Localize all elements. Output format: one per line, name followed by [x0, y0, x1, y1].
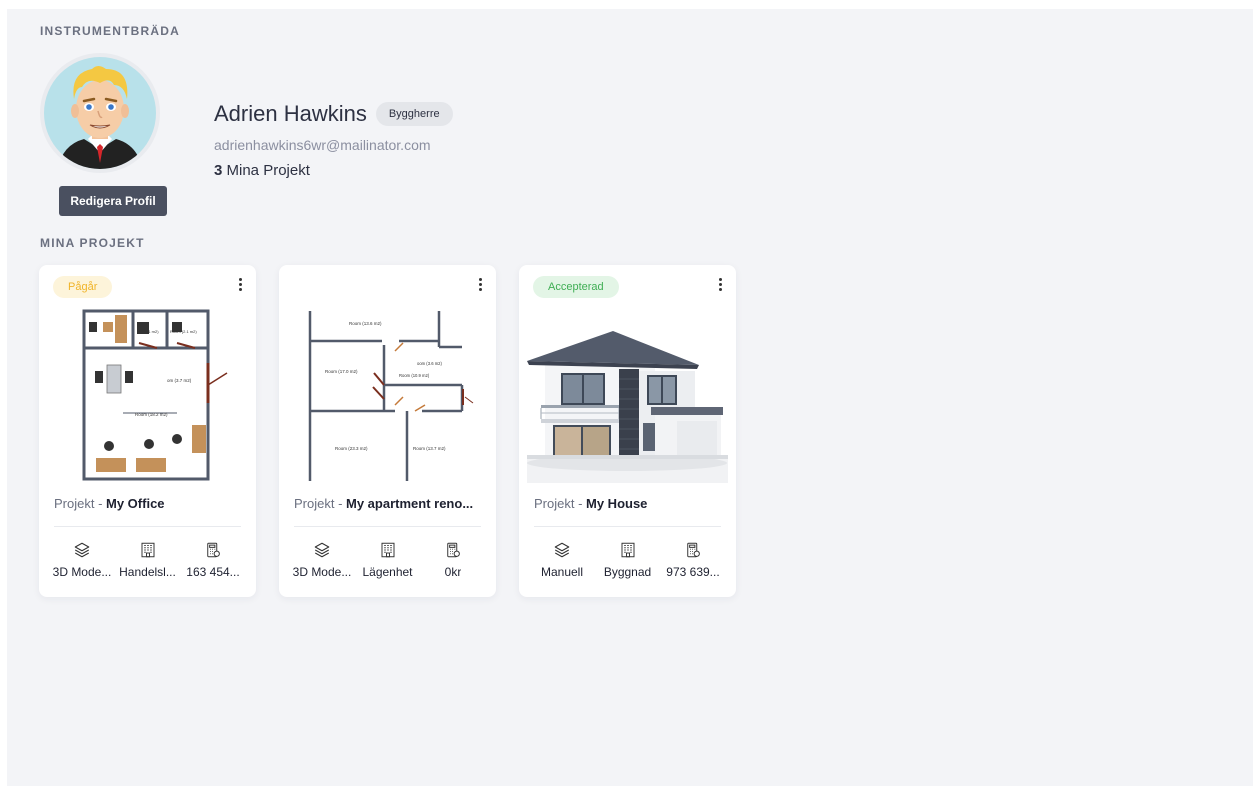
- calculator-icon: [687, 542, 700, 558]
- project-count-number: 3: [214, 162, 223, 179]
- project-name: My apartment reno...: [346, 496, 474, 511]
- calculator-icon: [447, 542, 460, 558]
- role-badge: Byggherre: [375, 102, 453, 126]
- project-title[interactable]: Projekt - My apartment reno...: [294, 496, 473, 511]
- card-divider: [54, 526, 241, 527]
- svg-text:Room (10.9 m2): Room (10.9 m2): [399, 373, 430, 378]
- profile-email: adrienhawkins6wr@mailinator.com: [214, 137, 431, 153]
- svg-text:Room (2.1 m2): Room (2.1 m2): [170, 329, 197, 334]
- svg-text:Room (18.2 m2): Room (18.2 m2): [135, 412, 168, 417]
- project-card[interactable]: Room (13.6 m2) Room (17.0 m2) oom (3.6 m…: [279, 265, 496, 597]
- stat-type: Byggnad: [597, 541, 659, 579]
- building-icon: [381, 542, 394, 558]
- stat-label: 973 639...: [666, 565, 720, 579]
- svg-text:Room (13.7 m2): Room (13.7 m2): [413, 446, 446, 451]
- svg-text:om (3.7 m2): om (3.7 m2): [167, 378, 192, 383]
- apartment-floor-plan-image: Room (13.6 m2) Room (17.0 m2) oom (3.6 m…: [308, 311, 474, 481]
- stat-type: Handelsl...: [117, 541, 179, 579]
- project-title-prefix: Projekt -: [294, 496, 347, 511]
- stat-label: Byggnad: [603, 565, 652, 579]
- avatar-image: [44, 57, 156, 169]
- more-options-icon[interactable]: [233, 274, 247, 294]
- building-icon: [621, 542, 634, 558]
- project-card[interactable]: Pågår Room (18.2 m2) om (3.7 m2) (1 m2) …: [39, 265, 256, 597]
- stat-label: 163 454...: [186, 565, 240, 579]
- more-options-icon[interactable]: [713, 274, 727, 294]
- status-badge: Accepterad: [533, 276, 619, 298]
- projects-section-title: MINA PROJEKT: [40, 236, 145, 250]
- stat-model: 3D Mode...: [291, 541, 353, 579]
- stat-label: 3D Mode...: [52, 565, 112, 579]
- stat-type: Lägenhet: [357, 541, 419, 579]
- project-stats: Manuell Byggnad 973 639...: [531, 541, 724, 579]
- project-title[interactable]: Projekt - My Office: [54, 496, 165, 511]
- modern-house-photo: [527, 331, 728, 483]
- project-title[interactable]: Projekt - My House: [534, 496, 647, 511]
- stat-cost: 973 639...: [662, 541, 724, 579]
- project-name: My House: [586, 496, 648, 511]
- profile-info: Adrien Hawkins Byggherre adrienhawkins6w…: [214, 101, 453, 179]
- calculator-icon: [207, 542, 220, 558]
- edit-profile-button[interactable]: Redigera Profil: [59, 186, 167, 216]
- stat-model: Manuell: [531, 541, 593, 579]
- building-icon: [141, 542, 154, 558]
- more-options-icon[interactable]: [473, 274, 487, 294]
- project-stats: 3D Mode... Handelsl... 163 454...: [51, 541, 244, 579]
- layers-icon: [314, 542, 330, 558]
- stat-label: 0kr: [444, 565, 462, 579]
- card-divider: [294, 526, 481, 527]
- office-floor-plan-image: Room (18.2 m2) om (3.7 m2) (1 m2) Room (…: [82, 309, 228, 481]
- stat-label: Lägenhet: [362, 565, 413, 579]
- layers-icon: [74, 542, 90, 558]
- stat-cost: 0kr: [422, 541, 484, 579]
- layers-icon: [554, 542, 570, 558]
- svg-text:(1 m2): (1 m2): [147, 329, 159, 334]
- dashboard-title: INSTRUMENTBRÄDA: [40, 24, 180, 38]
- stat-cost: 163 454...: [182, 541, 244, 579]
- project-card[interactable]: Accepterad Projekt - My House Manuell By…: [519, 265, 736, 597]
- avatar: [40, 53, 160, 173]
- project-count: 3 Mina Projekt: [214, 162, 453, 179]
- dashboard-page: INSTRUMENTBRÄDA Redigera Profil Adrien H…: [7, 9, 1253, 786]
- status-badge: Pågår: [53, 276, 113, 298]
- project-stats: 3D Mode... Lägenhet 0kr: [291, 541, 484, 579]
- project-title-prefix: Projekt -: [54, 496, 107, 511]
- stat-model: 3D Mode...: [51, 541, 113, 579]
- profile-name: Adrien Hawkins: [214, 101, 367, 126]
- card-divider: [534, 526, 721, 527]
- svg-text:Room (23.3 m2): Room (23.3 m2): [335, 446, 368, 451]
- stat-label: Manuell: [540, 565, 584, 579]
- project-name: My Office: [106, 496, 165, 511]
- svg-text:Room (13.6 m2): Room (13.6 m2): [349, 321, 382, 326]
- svg-text:oom (3.6 m2): oom (3.6 m2): [417, 361, 443, 366]
- project-title-prefix: Projekt -: [534, 496, 587, 511]
- svg-text:Room (17.0 m2): Room (17.0 m2): [325, 369, 358, 374]
- project-count-label: Mina Projekt: [226, 162, 310, 179]
- stat-label: Handelsl...: [119, 565, 176, 579]
- stat-label: 3D Mode...: [292, 565, 352, 579]
